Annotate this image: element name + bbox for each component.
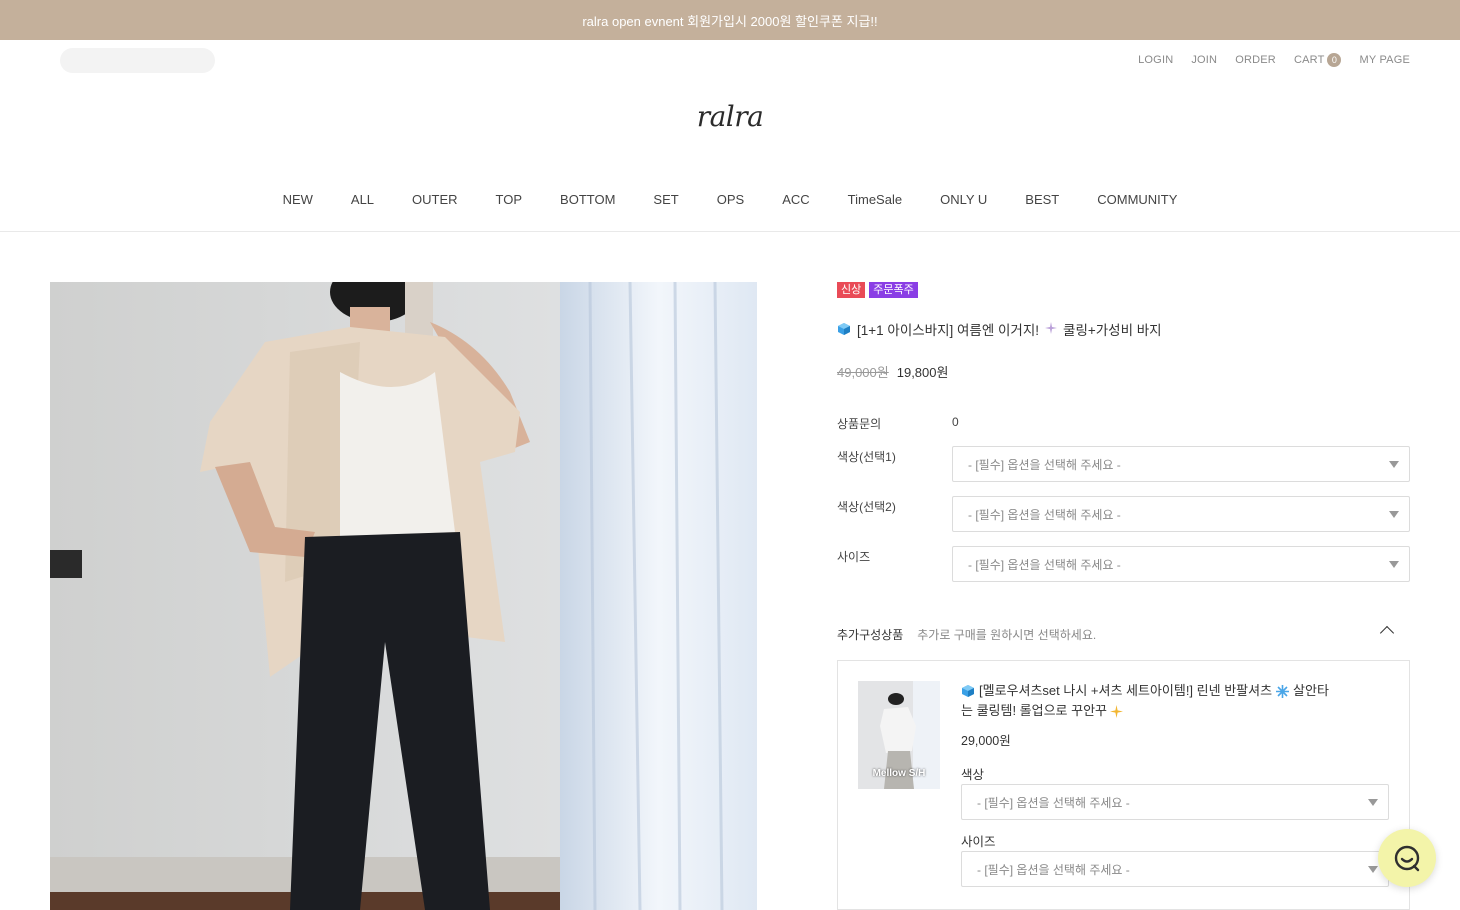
additional-color-select[interactable]: - [필수] 옵션을 선택해 주세요 - — [961, 784, 1389, 820]
cube-icon — [962, 685, 974, 697]
order-link[interactable]: ORDER — [1235, 53, 1276, 67]
price-sale: 19,800원 — [896, 365, 949, 380]
mypage-link[interactable]: MY PAGE — [1359, 53, 1410, 67]
site-logo[interactable]: ralra — [0, 100, 1460, 133]
qna-count: 0 — [952, 415, 959, 429]
thumbnail-caption: Mellow S/H — [872, 768, 926, 779]
nav-item-set[interactable]: SET — [634, 192, 697, 207]
dropdown-arrow-icon — [1368, 799, 1378, 806]
additional-product-price: 29,000원 — [961, 734, 1011, 748]
option-select-value: - [필수] 옵션을 선택해 주세요 - — [977, 795, 1130, 810]
nav-item-community[interactable]: COMMUNITY — [1078, 192, 1196, 207]
top-banner-text: ralra open evnent 회원가입시 2000원 할인쿠폰 지급!! — [582, 13, 878, 29]
nav-item-new[interactable]: NEW — [264, 192, 332, 207]
option-select-color2[interactable]: - [필수] 옵션을 선택해 주세요 - — [952, 496, 1410, 532]
option-select-value: - [필수] 옵션을 선택해 주세요 - — [968, 557, 1121, 572]
badge-new: 신상 — [837, 282, 866, 298]
nav-item-bottom[interactable]: BOTTOM — [541, 192, 634, 207]
nav-item-acc[interactable]: ACC — [763, 192, 828, 207]
cart-label: CART — [1293, 54, 1325, 66]
main-nav: NEW ALL OUTER TOP BOTTOM SET OPS ACC Tim… — [0, 192, 1460, 207]
dropdown-arrow-icon — [1389, 511, 1399, 518]
snowflake-icon — [1276, 684, 1290, 698]
option-select-color1[interactable]: - [필수] 옵션을 선택해 주세요 - — [952, 446, 1410, 482]
additional-title-tail: 살안타 — [1293, 683, 1329, 698]
price-original: 49,000원 — [837, 365, 889, 380]
chat-button[interactable] — [1378, 829, 1436, 887]
additional-product-thumbnail[interactable]: Mellow S/H — [858, 681, 940, 789]
option-label-size: 사이즈 — [837, 550, 871, 564]
additional-product-title[interactable]: [멜로우셔츠set 나시 +셔츠 세트아이템!] 린넨 반팔셔츠 살안타 는 쿨… — [961, 681, 1341, 721]
additional-products-title: 추가구성상품 — [837, 628, 904, 642]
product-title-text: [1+1 아이스바지] 여름엔 이거지! — [857, 323, 1040, 338]
product-image[interactable] — [50, 282, 757, 910]
sparkle-icon — [1045, 321, 1058, 337]
option-select-value: - [필수] 옵션을 선택해 주세요 - — [977, 862, 1130, 877]
badge-hot: 주문폭주 — [869, 282, 918, 298]
nav-divider — [0, 231, 1460, 232]
additional-products-subtitle: 추가로 구매를 원하시면 선택하세요. — [917, 628, 1097, 642]
product-price: 49,000원 19,800원 — [837, 362, 948, 381]
additional-products-header[interactable]: 추가구성상품 추가로 구매를 원하시면 선택하세요. — [837, 625, 1410, 643]
cube-icon — [837, 322, 851, 336]
additional-size-select[interactable]: - [필수] 옵션을 선택해 주세요 - — [961, 851, 1389, 887]
qna-label: 상품문의 — [837, 417, 882, 431]
option-select-value: - [필수] 옵션을 선택해 주세요 - — [968, 457, 1121, 472]
additional-color-label: 색상 — [961, 768, 985, 782]
product-title-tail: 쿨링+가성비 바지 — [1063, 323, 1162, 338]
dropdown-arrow-icon — [1368, 866, 1378, 873]
nav-item-outer[interactable]: OUTER — [393, 192, 477, 207]
nav-item-only-u[interactable]: ONLY U — [921, 192, 1006, 207]
cart-link[interactable]: CART 0 — [1294, 53, 1342, 67]
option-select-size[interactable]: - [필수] 옵션을 선택해 주세요 - — [952, 546, 1410, 582]
join-link[interactable]: JOIN — [1191, 53, 1217, 67]
option-label-color1: 색상(선택1) — [837, 450, 896, 464]
option-select-value: - [필수] 옵션을 선택해 주세요 - — [968, 507, 1121, 522]
utility-menu: LOGIN JOIN ORDER CART 0 MY PAGE — [1138, 53, 1410, 67]
additional-title-line1: [멜로우셔츠set 나시 +셔츠 세트아이템!] 린넨 반팔셔츠 살안타 — [961, 681, 1341, 701]
chevron-up-icon[interactable] — [1379, 625, 1395, 641]
top-banner[interactable]: ralra open evnent 회원가입시 2000원 할인쿠폰 지급!! — [0, 0, 1460, 40]
dropdown-arrow-icon — [1389, 561, 1399, 568]
nav-item-all[interactable]: ALL — [332, 192, 393, 207]
additional-title-text2: 는 쿨링템! 롤업으로 꾸안꾸 — [961, 703, 1108, 718]
login-link[interactable]: LOGIN — [1138, 53, 1173, 67]
nav-item-ops[interactable]: OPS — [698, 192, 763, 207]
product-badges: 신상 주문폭주 — [837, 282, 918, 298]
dropdown-arrow-icon — [1389, 461, 1399, 468]
nav-item-best[interactable]: BEST — [1006, 192, 1078, 207]
additional-product-card: Mellow S/H [멜로우셔츠set 나시 +셔츠 세트아이템!] 린넨 반… — [837, 660, 1410, 910]
product-title: [1+1 아이스바지] 여름엔 이거지! 쿨링+가성비 바지 — [837, 319, 1162, 339]
additional-title-line2: 는 쿨링템! 롤업으로 꾸안꾸 — [961, 701, 1341, 721]
additional-title-text1: [멜로우셔츠set 나시 +셔츠 세트아이템!] 린넨 반팔셔츠 — [979, 683, 1273, 698]
search-input[interactable] — [60, 48, 215, 73]
chat-icon — [1394, 845, 1420, 872]
option-label-color2: 색상(선택2) — [837, 500, 896, 514]
cart-count-badge: 0 — [1327, 53, 1342, 67]
additional-size-label: 사이즈 — [961, 835, 996, 849]
nav-item-top[interactable]: TOP — [477, 192, 542, 207]
nav-item-timesale[interactable]: TimeSale — [829, 192, 921, 207]
sparkle-icon — [1110, 704, 1124, 718]
